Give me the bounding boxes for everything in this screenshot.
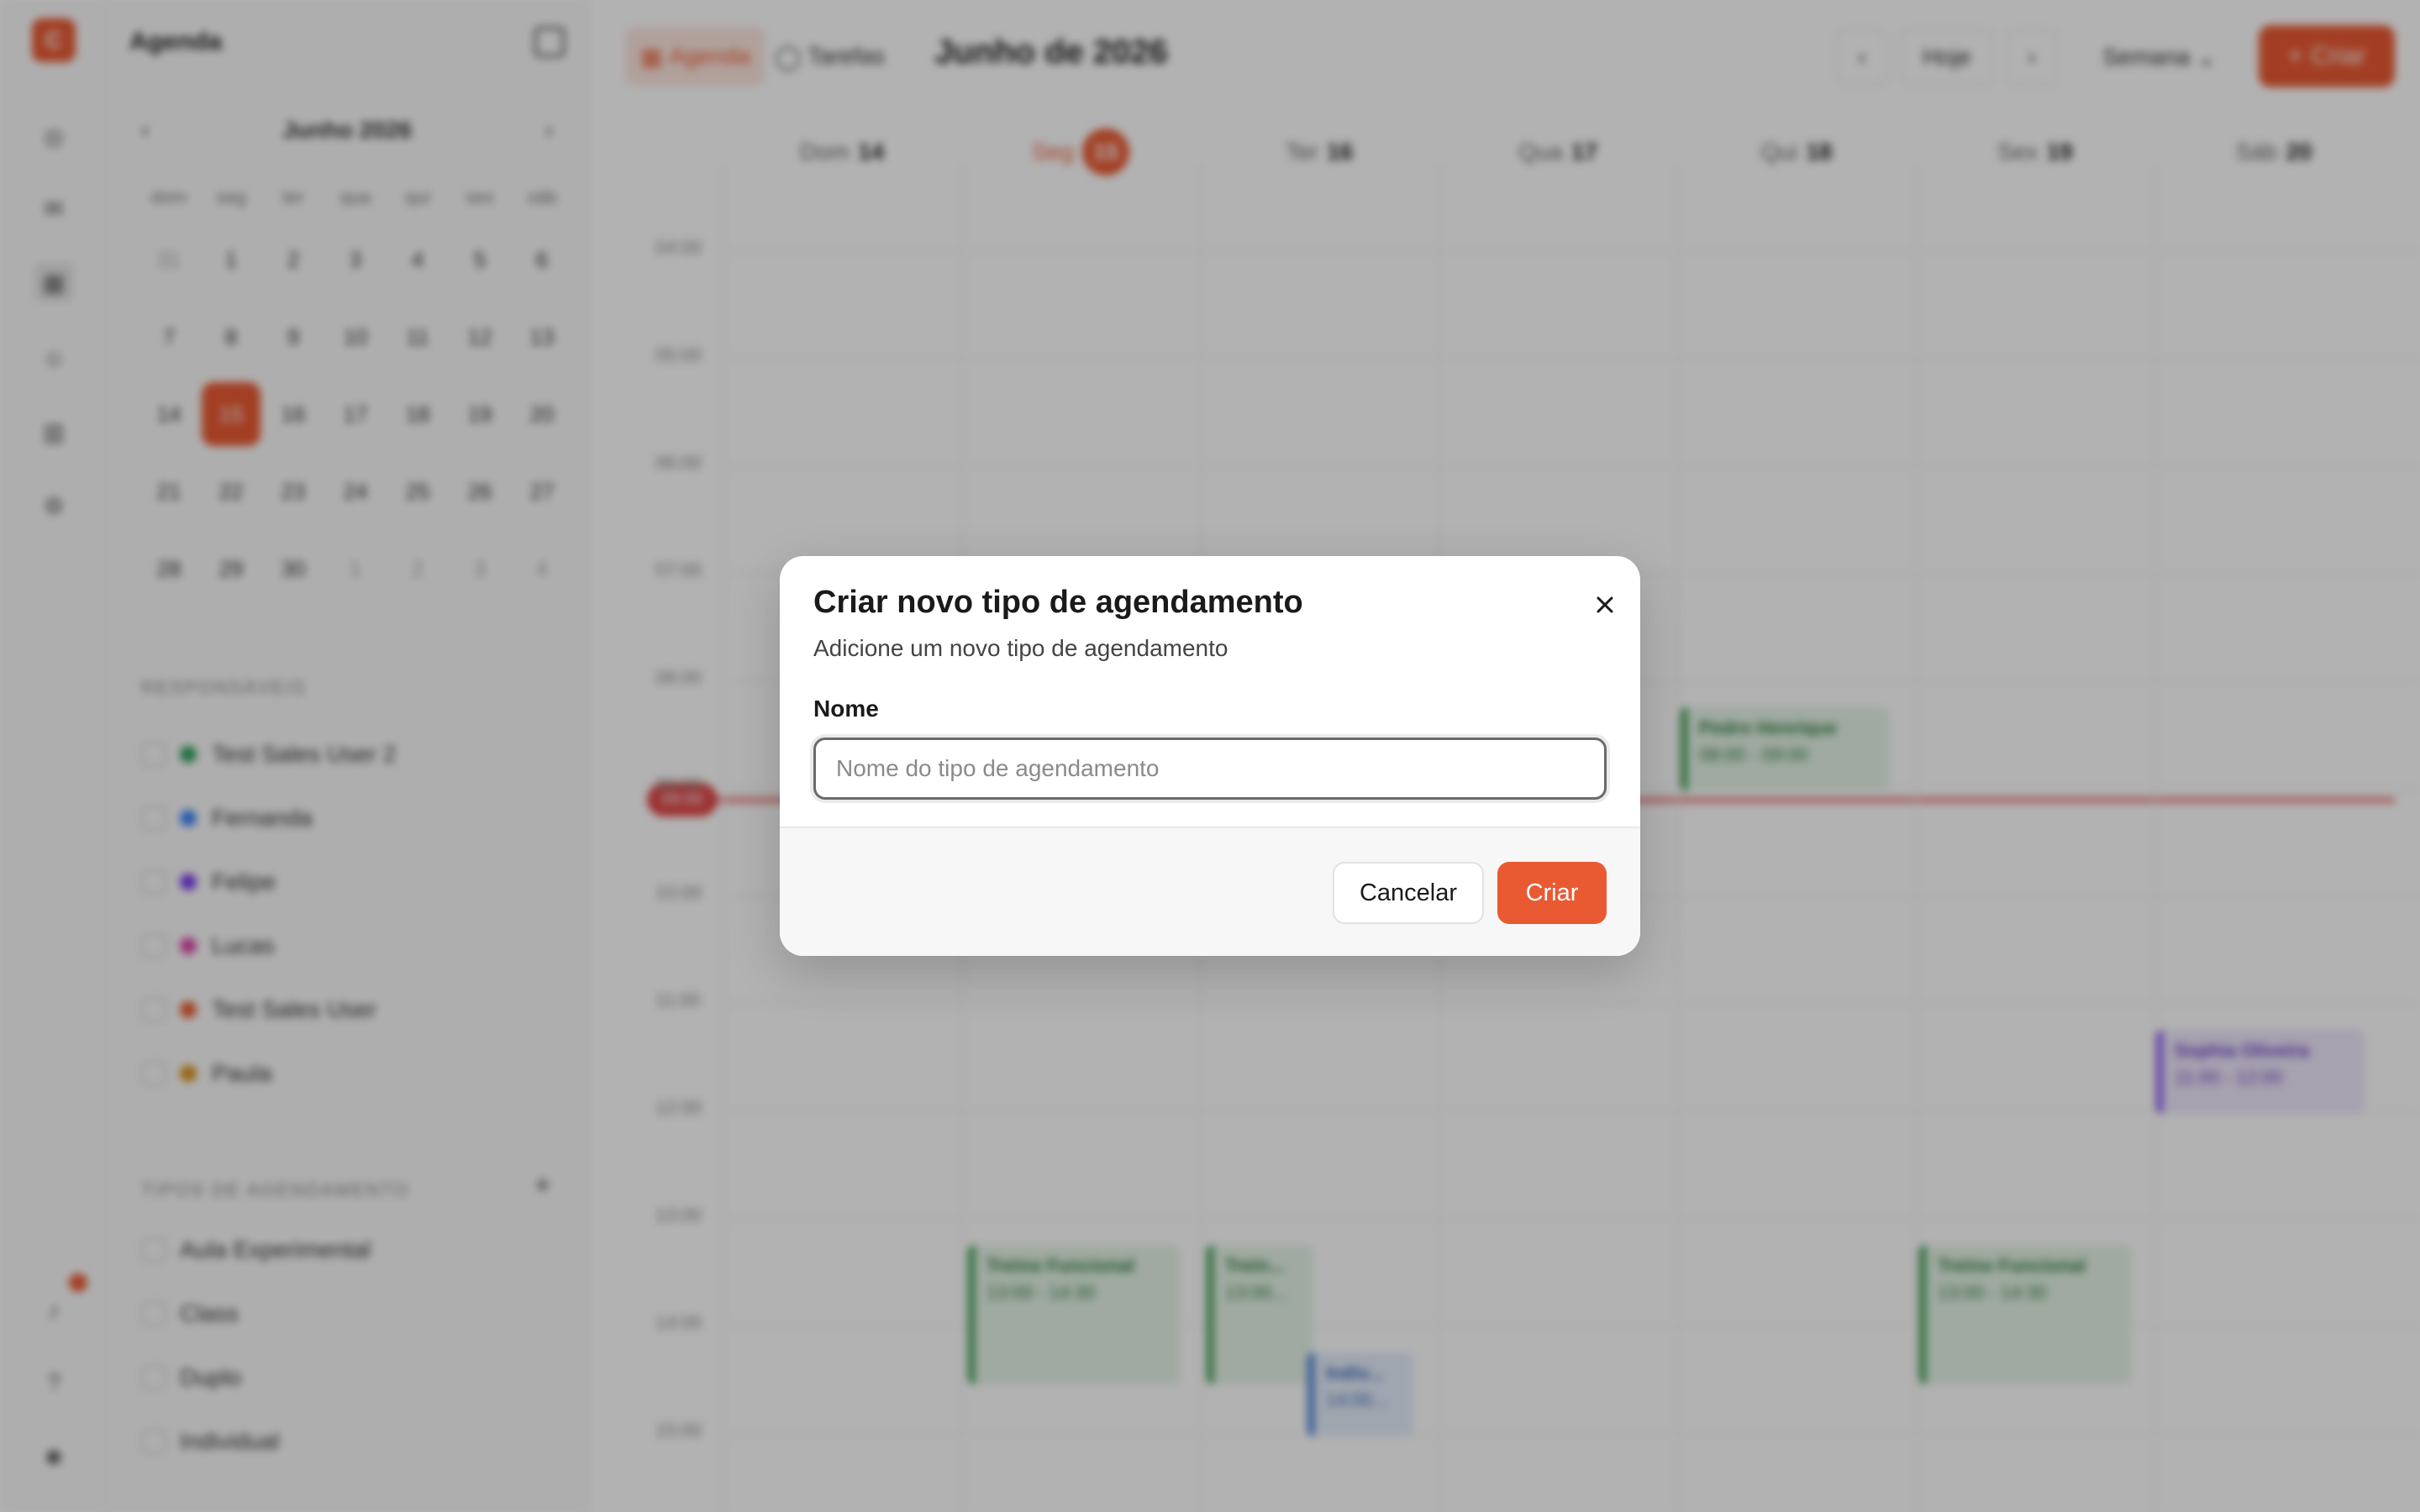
close-button[interactable] [1588,588,1622,622]
dialog-title: Criar novo tipo de agendamento [813,585,1303,620]
cancel-button[interactable]: Cancelar [1333,862,1484,924]
close-icon [1597,596,1613,613]
create-appointment-type-dialog: Criar novo tipo de agendamento Adicione … [780,556,1640,956]
dialog-footer: Cancelar Criar [780,827,1640,956]
name-field-label: Nome [813,696,879,722]
dialog-subtitle: Adicione um novo tipo de agendamento [813,635,1228,661]
create-button[interactable]: Criar [1497,862,1607,924]
name-input[interactable] [813,738,1607,800]
